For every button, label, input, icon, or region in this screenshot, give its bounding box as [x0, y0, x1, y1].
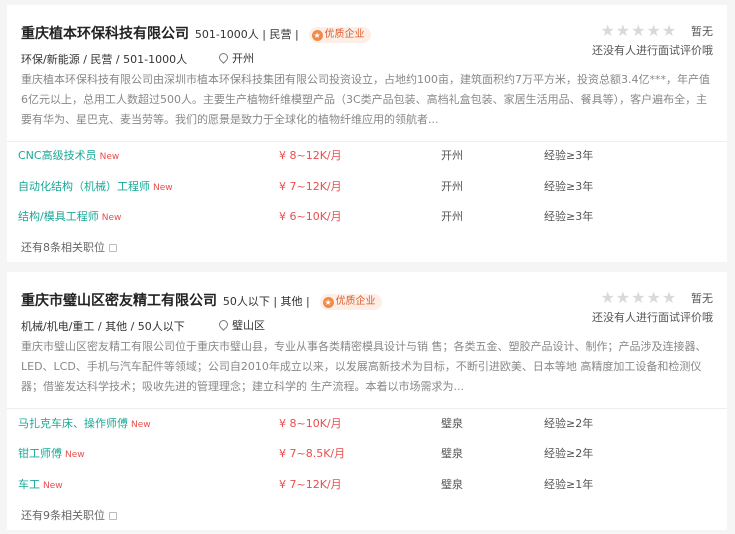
star-icon: ★: [661, 288, 678, 307]
company-tags: 机械/机电/重工 / 其他 / 50人以下: [21, 320, 185, 333]
job-location: 璧泉: [441, 417, 463, 430]
job-title-link[interactable]: 结构/模具工程师 New: [18, 208, 121, 224]
badge-label: 优质企业: [324, 29, 365, 40]
job-title-link[interactable]: 自动化结构（机械）工程师 New: [18, 178, 173, 194]
company-description: 重庆市璧山区密友精工有限公司位于重庆市璧山县，专业从事各类精密模具设计与销 售；…: [21, 340, 707, 393]
job-salary: ¥ 8~10K/月: [279, 417, 342, 430]
star-icon: ★: [615, 288, 632, 307]
company-meta: 50人以下 | 其他 |: [222, 295, 310, 308]
company-location: 开州: [217, 50, 254, 66]
job-title[interactable]: 结构/模具工程师: [18, 210, 99, 223]
medal-icon: ★: [322, 297, 334, 308]
rating-note: 还没有人进行面试评价哦: [592, 311, 713, 324]
job-experience: 经验≥1年: [544, 478, 594, 491]
job-salary: ¥ 7~8.5K/月: [279, 447, 346, 460]
job-salary: ¥ 8~12K/月: [279, 149, 342, 162]
job-location: 开州: [441, 210, 463, 223]
job-title[interactable]: CNC高级技术员: [18, 149, 97, 162]
job-title[interactable]: 钳工师傅: [18, 447, 62, 460]
more-jobs-text[interactable]: 还有8条相关职位: [21, 241, 105, 254]
company-header: 重庆市璧山区密友精工有限公司 50人以下 | 其他 | ★ 优质企业: [21, 290, 382, 310]
job-experience: 经验≥3年: [544, 180, 594, 193]
job-row[interactable]: 钳工师傅 New ¥ 7~8.5K/月 璧泉 经验≥2年: [7, 445, 727, 465]
rating-block: ★★★★★ 暂无 还没有人进行面试评价哦: [592, 288, 713, 325]
star-icon: ★: [646, 21, 662, 40]
star-icon: ★: [615, 21, 632, 40]
job-title[interactable]: 自动化结构（机械）工程师: [18, 180, 150, 193]
star-icon: ★: [646, 288, 662, 307]
new-tag: New: [131, 420, 151, 430]
map-pin-icon: [217, 51, 230, 64]
badge-label: 优质企业: [335, 296, 376, 307]
new-tag: New: [65, 450, 85, 460]
divider: [7, 408, 727, 409]
star-icon: ★: [661, 21, 678, 40]
job-row[interactable]: 自动化结构（机械）工程师 New ¥ 7~12K/月 开州 经验≥3年: [7, 178, 727, 198]
job-row[interactable]: 车工 New ¥ 7~12K/月 璧泉 经验≥1年: [7, 476, 727, 496]
job-experience: 经验≥2年: [544, 447, 594, 460]
rating-value: 暂无: [691, 24, 713, 38]
job-title[interactable]: 车工: [18, 478, 40, 491]
company-name[interactable]: 重庆市璧山区密友精工有限公司: [21, 293, 217, 309]
more-jobs-link[interactable]: 还有8条相关职位: [21, 239, 117, 255]
medal-icon: ★: [311, 30, 323, 41]
star-icon: ★: [631, 21, 647, 40]
company-location: 璧山区: [217, 317, 265, 333]
new-tag: New: [43, 481, 63, 491]
job-row[interactable]: 结构/模具工程师 New ¥ 6~10K/月 开州 经验≥3年: [7, 208, 727, 228]
company-name[interactable]: 重庆植本环保科技有限公司: [21, 26, 189, 42]
star-icon: ★: [600, 21, 616, 40]
company-card-2: 重庆市璧山区密友精工有限公司 50人以下 | 其他 | ★ 优质企业 ★★★★★ …: [7, 272, 727, 530]
job-title-link[interactable]: CNC高级技术员 New: [18, 147, 119, 163]
job-location: 璧泉: [441, 478, 463, 491]
rating-value: 暂无: [691, 291, 713, 305]
job-experience: 经验≥2年: [544, 417, 594, 430]
job-location: 开州: [441, 149, 463, 162]
star-icon: ★: [631, 288, 647, 307]
company-meta: 501-1000人 | 民营 |: [194, 28, 299, 41]
job-salary: ¥ 7~12K/月: [279, 180, 342, 193]
job-title-link[interactable]: 车工 New: [18, 476, 63, 492]
location-text: 开州: [232, 52, 254, 65]
job-location: 璧泉: [441, 447, 463, 460]
job-location: 开州: [441, 180, 463, 193]
job-row[interactable]: CNC高级技术员 New ¥ 8~12K/月 开州 经验≥3年: [7, 147, 727, 167]
job-experience: 经验≥3年: [544, 210, 594, 223]
list-icon: [109, 244, 117, 252]
more-jobs-text[interactable]: 还有9条相关职位: [21, 509, 105, 522]
company-card-1: 重庆植本环保科技有限公司 501-1000人 | 民营 | ★ 优质企业 ★★★★…: [7, 5, 727, 262]
rating-block: ★★★★★ 暂无 还没有人进行面试评价哦: [592, 21, 713, 58]
job-row[interactable]: 马扎克车床、操作师傅 New ¥ 8~10K/月 璧泉 经验≥2年: [7, 415, 727, 435]
job-title[interactable]: 马扎克车床、操作师傅: [18, 417, 128, 430]
new-tag: New: [153, 183, 173, 193]
company-tags: 环保/新能源 / 民营 / 501-1000人: [21, 53, 188, 66]
star-icon: ★: [600, 288, 616, 307]
divider: [7, 141, 727, 142]
more-jobs-link[interactable]: 还有9条相关职位: [21, 507, 117, 523]
rating-stars: ★★★★★: [600, 288, 677, 307]
list-icon: [109, 512, 117, 520]
location-text: 璧山区: [232, 319, 265, 332]
quality-badge: ★ 优质企业: [319, 294, 382, 310]
quality-badge: ★ 优质企业: [308, 27, 371, 43]
rating-note: 还没有人进行面试评价哦: [592, 44, 713, 57]
new-tag: New: [101, 213, 122, 223]
company-header: 重庆植本环保科技有限公司 501-1000人 | 民营 | ★ 优质企业: [21, 23, 371, 43]
company-description: 重庆植本环保科技有限公司由深圳市植本环保科技集团有限公司投资设立，占地约100亩…: [21, 73, 710, 126]
job-title-link[interactable]: 马扎克车床、操作师傅 New: [18, 415, 151, 431]
job-salary: ¥ 6~10K/月: [279, 210, 342, 223]
job-title-link[interactable]: 钳工师傅 New: [18, 445, 85, 461]
map-pin-icon: [217, 318, 230, 331]
job-experience: 经验≥3年: [544, 149, 594, 162]
rating-stars: ★★★★★: [600, 21, 677, 40]
job-salary: ¥ 7~12K/月: [279, 478, 342, 491]
new-tag: New: [99, 152, 120, 162]
